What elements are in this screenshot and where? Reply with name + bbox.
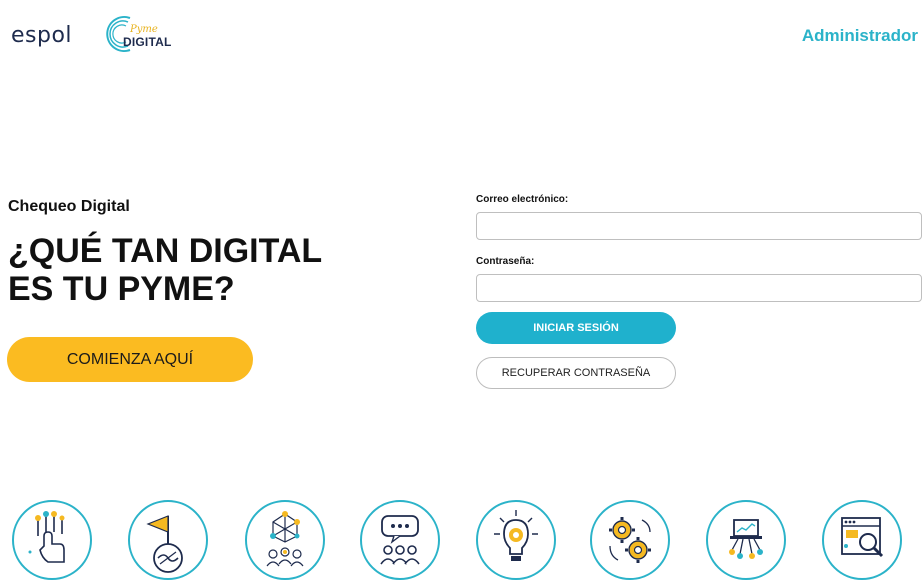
chat-team-icon[interactable]: [360, 500, 440, 580]
password-label: Contraseña:: [476, 256, 535, 267]
espol-logo[interactable]: espol: [11, 23, 72, 48]
login-form: Correo electrónico: Contraseña: INICIAR …: [476, 194, 922, 389]
feature-icons-row: [0, 500, 922, 581]
idea-bulb-icon[interactable]: [476, 500, 556, 580]
hero-title: ¿QUÉ TAN DIGITAL ES TU PYME?: [8, 232, 322, 308]
password-field[interactable]: [476, 274, 922, 302]
recover-password-button[interactable]: RECUPERAR CONTRASEÑA: [476, 357, 676, 389]
pyme-digital-logo[interactable]: Pyme DIGITAL: [100, 12, 180, 56]
pyme-logo-text: DIGITAL: [123, 35, 172, 49]
gears-process-icon[interactable]: [590, 500, 670, 580]
email-field[interactable]: [476, 212, 922, 240]
pyme-logo-script: Pyme: [130, 24, 158, 35]
web-search-icon[interactable]: [822, 500, 902, 580]
computer-network-icon[interactable]: [706, 500, 786, 580]
header: espol Pyme DIGITAL Administrador: [0, 0, 922, 80]
hero-title-line2: ES TU PYME?: [8, 270, 235, 308]
flag-handshake-icon[interactable]: [128, 500, 208, 580]
start-button[interactable]: COMIENZA AQUÍ: [7, 337, 253, 382]
hero-label: Chequeo Digital: [8, 198, 130, 215]
login-button[interactable]: INICIAR SESIÓN: [476, 312, 676, 344]
touch-network-icon[interactable]: [12, 500, 92, 580]
team-network-icon[interactable]: [245, 500, 325, 580]
hero-title-line1: ¿QUÉ TAN DIGITAL: [8, 232, 323, 270]
email-label: Correo electrónico:: [476, 194, 569, 205]
admin-link[interactable]: Administrador: [802, 26, 918, 46]
